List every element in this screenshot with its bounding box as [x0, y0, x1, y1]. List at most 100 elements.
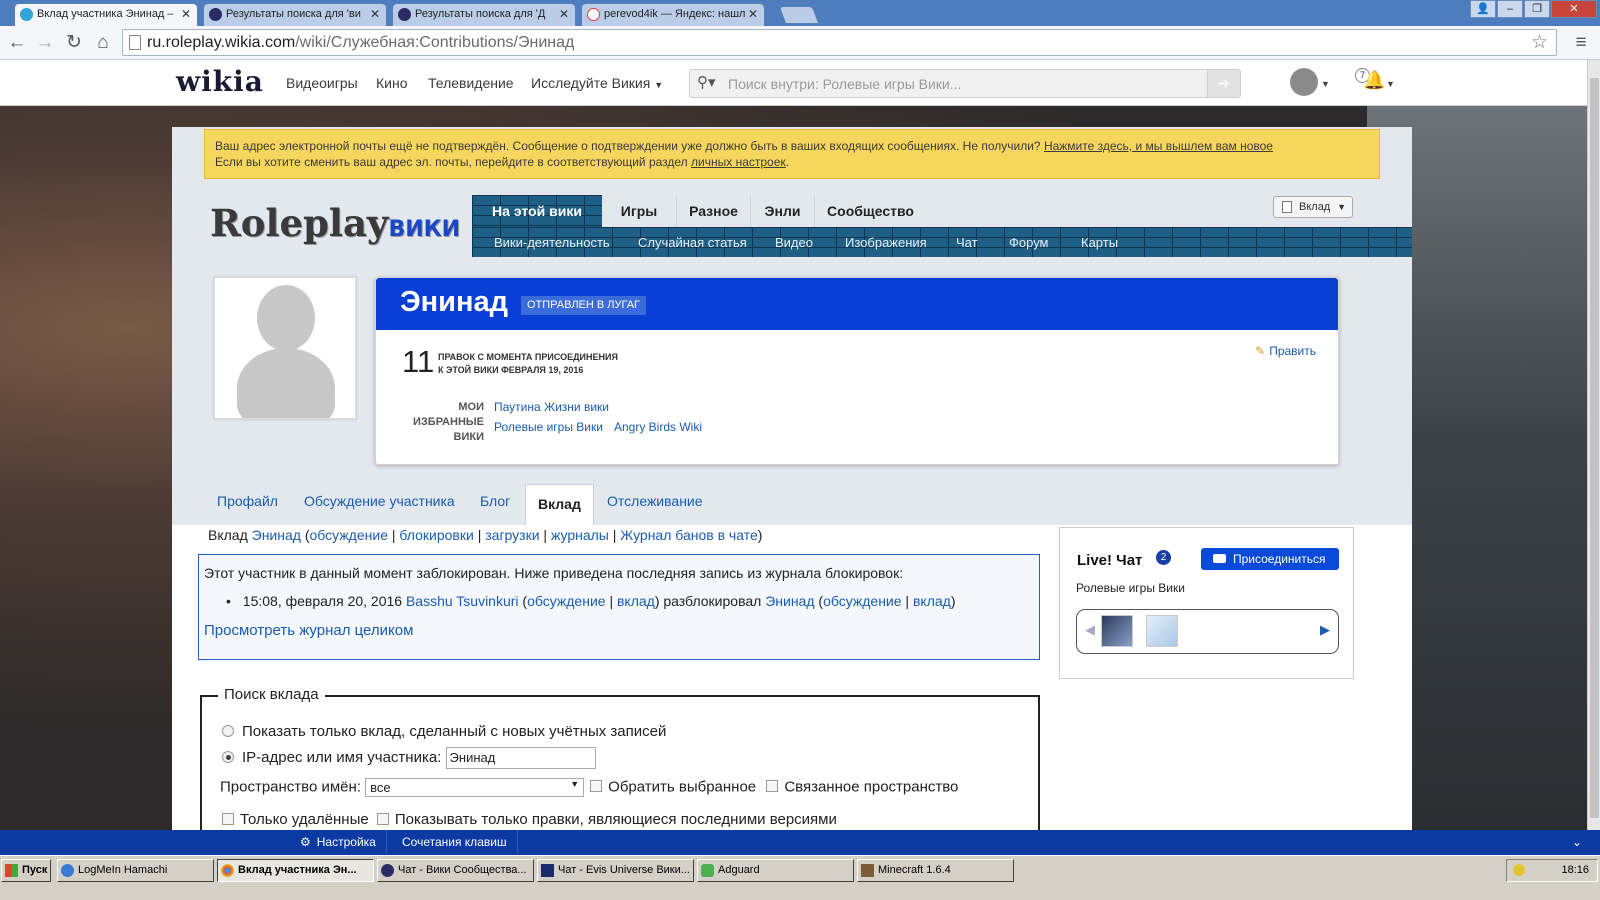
tab-profile[interactable]: Профайл — [217, 489, 278, 525]
subnav-chat[interactable]: Чат — [956, 235, 978, 250]
back-icon[interactable]: ← — [6, 32, 28, 54]
admin-user-link[interactable]: Basshu Tsuvinkuri — [406, 593, 519, 609]
browser-tab[interactable]: perevod4ik — Яндекс: нашл ✕ — [581, 3, 765, 26]
namespace-select[interactable]: все ▼ — [365, 778, 585, 797]
tab-games[interactable]: Игры — [602, 195, 677, 227]
nav-link-videogames[interactable]: Видеоигры — [286, 75, 358, 91]
chevron-right-icon[interactable]: ▶ — [1320, 622, 1330, 638]
home-icon[interactable]: ⌂ — [92, 32, 114, 54]
new-accounts-radio[interactable] — [222, 725, 234, 737]
tray-app-icon[interactable] — [1513, 864, 1525, 876]
chevron-left-icon[interactable]: ◀ — [1085, 622, 1095, 638]
close-window-button[interactable]: ✕ — [1551, 0, 1597, 18]
favorite-wiki-link[interactable]: Angry Birds Wiki — [614, 420, 702, 434]
tab-misc[interactable]: Разное — [677, 195, 751, 227]
close-tab-icon[interactable]: ✕ — [559, 4, 569, 25]
subnav-wiki-activity[interactable]: Вики-деятельность — [494, 235, 610, 250]
user-radio[interactable] — [222, 750, 234, 763]
bookmark-star-icon[interactable]: ☆ — [1531, 31, 1548, 54]
contribute-button[interactable]: Вклад ▼ — [1273, 196, 1353, 218]
target-user-link[interactable]: Энинад — [765, 593, 814, 609]
search-submit-button[interactable]: ➔ — [1207, 70, 1240, 97]
taskbar-button[interactable]: LogMeIn Hamachi — [57, 859, 214, 882]
browser-tab-active[interactable]: Вклад участника Энинад – ✕ — [14, 3, 198, 26]
close-tab-icon[interactable]: ✕ — [181, 4, 191, 25]
taskbar-button[interactable]: Чат - Evis Universe Вики... — [537, 859, 694, 882]
deleted-only-checkbox[interactable] — [222, 813, 234, 825]
resend-confirmation-link[interactable]: Нажмите здесь, и мы вышлем вам новое — [1044, 139, 1273, 153]
restore-button[interactable]: ❐ — [1524, 0, 1550, 18]
user-avatar-icon[interactable] — [1290, 68, 1318, 96]
user-masthead: Энинад отправлен в ЛУГАГ 11 правок с мом… — [375, 277, 1339, 465]
admin-contribs-link[interactable]: вклад — [617, 593, 655, 609]
favorite-wiki-link[interactable]: Ролевые игры Вики — [494, 420, 603, 434]
start-button[interactable]: Пуск — [1, 859, 51, 882]
collapse-toolbar-icon[interactable]: ⌄ — [1572, 830, 1582, 855]
top-only-checkbox[interactable] — [376, 813, 389, 825]
invert-checkbox[interactable] — [590, 780, 603, 793]
target-talk-link[interactable]: обсуждение — [823, 593, 901, 609]
browser-tab[interactable]: Результаты поиска для 'Д ✕ — [392, 3, 576, 26]
chat-user-avatar[interactable] — [1101, 615, 1133, 647]
username-input[interactable]: Энинад — [445, 747, 596, 769]
subnav-images[interactable]: Изображения — [845, 235, 927, 250]
chat-user-avatar[interactable] — [1146, 615, 1178, 647]
contributions-subtitle: Вклад Энинад (обсуждение | блокировки | … — [208, 527, 763, 543]
search-icon[interactable]: ⚲▾ — [697, 73, 716, 91]
global-search[interactable]: ⚲▾ Поиск внутри: Ролевые игры Вики... ➔ — [689, 69, 1241, 98]
menu-icon[interactable]: ≡ — [1570, 32, 1592, 54]
toolbar-shortcuts-button[interactable]: Сочетания клавиш — [392, 830, 518, 855]
nav-link-movies[interactable]: Кино — [376, 75, 408, 91]
close-tab-icon[interactable]: ✕ — [370, 4, 380, 25]
favorite-wiki-link[interactable]: Паутина Жизни вики — [494, 400, 609, 414]
user-icon[interactable]: 👤 — [1470, 0, 1496, 18]
tab-enli[interactable]: Энли — [751, 195, 815, 227]
reload-icon[interactable]: ↻ — [63, 32, 85, 54]
block-message: Этот участник в данный момент заблокиров… — [204, 565, 904, 581]
block-log-entry: 15:08, февраля 20, 2016 Basshu Tsuvinkur… — [226, 593, 1034, 609]
logs-link[interactable]: журналы — [551, 527, 609, 543]
close-tab-icon[interactable]: ✕ — [748, 4, 758, 25]
target-contribs-link[interactable]: вклад — [913, 593, 951, 609]
taskbar-button[interactable]: Minecraft 1.6.4 — [857, 859, 1014, 882]
wiki-logo[interactable]: RoleplayВИКИ — [210, 201, 460, 245]
tab-following[interactable]: Отслеживание — [607, 489, 703, 525]
talk-link[interactable]: обсуждение — [310, 527, 388, 543]
tab-blog[interactable]: Блог — [480, 489, 510, 525]
nav-link-tv[interactable]: Телевидение — [428, 75, 514, 91]
taskbar-button[interactable]: Чат - Вики Сообщества... — [377, 859, 534, 882]
join-chat-button[interactable]: Присоединиться — [1201, 548, 1339, 570]
search-input[interactable]: Поиск внутри: Ролевые игры Вики... — [728, 76, 961, 92]
bell-icon[interactable]: 🔔 — [1363, 70, 1385, 92]
blocks-link[interactable]: блокировки — [399, 527, 473, 543]
scrollbar-thumb[interactable] — [1590, 78, 1599, 818]
associated-checkbox[interactable] — [766, 780, 779, 793]
tab-user-talk[interactable]: Обсуждение участника — [304, 489, 455, 525]
browser-tab[interactable]: Результаты поиска для 'ви ✕ — [203, 3, 387, 26]
page-scrollbar[interactable] — [1587, 60, 1600, 848]
admin-talk-link[interactable]: обсуждение — [527, 593, 605, 609]
subnav-maps[interactable]: Карты — [1081, 235, 1118, 250]
taskbar-button-active[interactable]: Вклад участника Эн... — [217, 859, 374, 882]
subnav-forum[interactable]: Форум — [1009, 235, 1049, 250]
local-navigation: На этой вики Игры Разное Энли Сообщество… — [472, 195, 1412, 257]
tab-community[interactable]: Сообщество — [815, 195, 926, 227]
taskbar-button[interactable]: Adguard — [697, 859, 854, 882]
subnav-video[interactable]: Видео — [775, 235, 813, 250]
subnav-random-page[interactable]: Случайная статья — [638, 235, 747, 250]
forward-icon[interactable]: → — [34, 32, 56, 54]
user-link[interactable]: Энинад — [252, 527, 301, 543]
chat-ban-log-link[interactable]: Журнал банов в чате — [620, 527, 757, 543]
toolbar-settings-button[interactable]: ⚙ Настройка — [290, 830, 387, 855]
tab-on-this-wiki[interactable]: На этой вики — [472, 195, 602, 227]
tab-contributions[interactable]: Вклад — [525, 484, 594, 525]
edit-profile-link[interactable]: ✎ Править — [1255, 344, 1316, 358]
minimize-button[interactable]: – — [1497, 0, 1523, 18]
wikia-logo[interactable]: wikia — [176, 65, 264, 98]
nav-link-explore[interactable]: Исследуйте Викия ▼ — [531, 75, 663, 91]
preferences-link[interactable]: личных настроек — [691, 155, 786, 169]
new-tab-button[interactable] — [778, 6, 820, 24]
address-bar[interactable]: ru.roleplay.wikia.com/wiki/Служебная:Con… — [122, 29, 1557, 56]
view-full-log-link[interactable]: Просмотреть журнал целиком — [204, 622, 1034, 639]
uploads-link[interactable]: загрузки — [485, 527, 539, 543]
